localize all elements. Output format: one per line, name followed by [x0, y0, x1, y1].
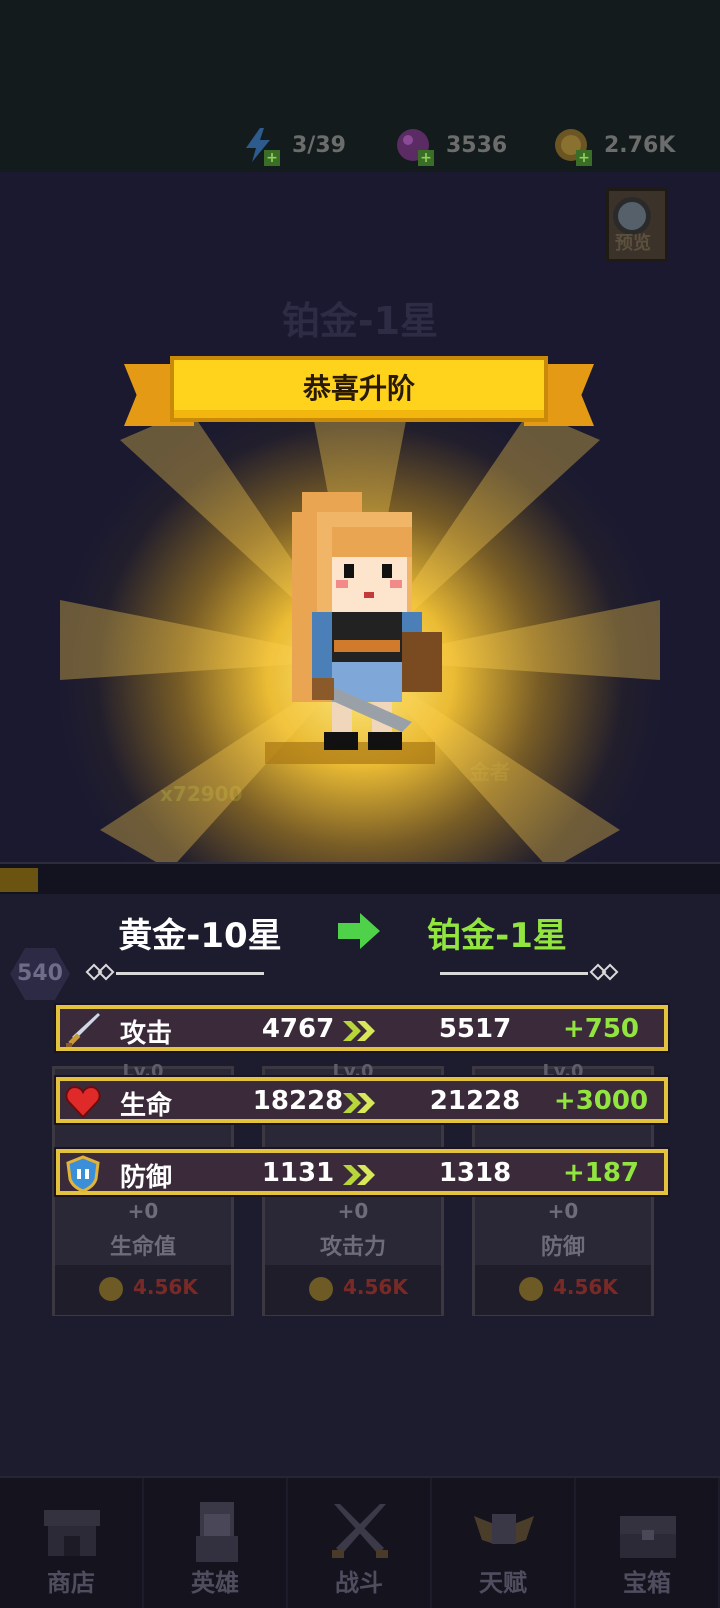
card-bonus: +0 — [127, 1199, 159, 1223]
stat-new-value: 1318 — [438, 1158, 512, 1188]
tab-hero[interactable]: 英雄 — [144, 1478, 288, 1608]
double-chevron-icon — [343, 1165, 375, 1185]
coin-icon — [309, 1277, 333, 1301]
card-name: 攻击力 — [319, 1235, 386, 1260]
divider-accent — [0, 868, 38, 892]
card-cost-button[interactable]: 4.56K — [55, 1265, 231, 1315]
tab-label: 天赋 — [479, 1569, 527, 1597]
swords-icon — [332, 1504, 388, 1558]
lightning-icon: + — [240, 126, 280, 166]
stat-label: 生命 — [120, 1091, 173, 1121]
stat-increase: +3000 — [553, 1086, 649, 1116]
add-gem-icon[interactable]: + — [418, 150, 434, 166]
preview-button[interactable]: 预览 — [606, 188, 668, 262]
gold-resource[interactable]: + 2.76K — [552, 125, 676, 166]
ornament-line — [440, 972, 588, 975]
card-name: 防御 — [540, 1235, 585, 1260]
arrow-right-icon — [338, 913, 380, 949]
current-rank-title: 铂金-1星 — [281, 299, 439, 343]
hero-sprite — [292, 492, 442, 750]
gold-value: 2.76K — [604, 132, 676, 158]
gold-coin-icon: + — [552, 126, 592, 166]
double-chevron-icon — [343, 1093, 375, 1113]
ornament-line — [116, 972, 264, 975]
sword-icon — [66, 1013, 100, 1047]
diamond-ornament — [601, 963, 619, 981]
ornament-left — [85, 963, 266, 981]
top-bar: + 3/39 + 3536 + 2.76K — [0, 0, 720, 172]
add-energy-icon[interactable]: + — [264, 150, 280, 166]
card-cost-button[interactable]: 4.56K — [475, 1265, 651, 1315]
tab-label: 商店 — [47, 1569, 95, 1597]
bottom-nav: 商店 英雄 战斗 天赋 宝箱 — [0, 1476, 720, 1608]
tab-label: 战斗 — [335, 1569, 383, 1597]
preview-label: 预览 — [615, 233, 651, 254]
card-cost-button[interactable]: 4.56K — [265, 1265, 441, 1315]
ornament-right — [440, 963, 620, 981]
stat-label: 攻击 — [120, 1019, 173, 1049]
coin-icon — [99, 1277, 123, 1301]
heart-icon — [65, 1085, 101, 1119]
tab-battle[interactable]: 战斗 — [288, 1478, 432, 1608]
tab-chest[interactable]: 宝箱 — [576, 1478, 720, 1608]
stat-new-value: 5517 — [438, 1014, 512, 1044]
hero-icon — [196, 1502, 238, 1562]
stat-label: 防御 — [120, 1163, 173, 1193]
congrats-banner: 恭喜升阶 — [124, 356, 594, 436]
tab-label: 英雄 — [191, 1569, 239, 1597]
talent-icon — [474, 1514, 534, 1544]
card-cost: 4.56K — [133, 1275, 198, 1299]
shield-icon — [66, 1155, 100, 1193]
tab-talent[interactable]: 天赋 — [432, 1478, 576, 1608]
energy-resource[interactable]: + 3/39 — [240, 125, 346, 166]
tab-label: 宝箱 — [623, 1569, 671, 1597]
double-chevron-icon — [343, 1021, 375, 1041]
banner-title: 恭喜升阶 — [302, 372, 415, 405]
banner-face: 恭喜升阶 — [170, 356, 548, 422]
card-cost: 4.56K — [343, 1275, 408, 1299]
energy-value: 3/39 — [292, 132, 346, 158]
shop-icon — [44, 1510, 100, 1556]
card-bonus: +0 — [547, 1199, 579, 1223]
gem-resource[interactable]: + 3536 — [394, 125, 508, 166]
stat-row-defense: 防御 1131 1318 +187 — [56, 1149, 668, 1195]
gem-icon: + — [394, 126, 434, 166]
card-cost: 4.56K — [553, 1275, 618, 1299]
stat-increase: +750 — [562, 1014, 640, 1044]
tab-shop[interactable]: 商店 — [0, 1478, 144, 1608]
gem-value: 3536 — [446, 132, 508, 158]
card-name: 生命值 — [109, 1235, 176, 1260]
chest-icon — [620, 1516, 676, 1558]
diamond-ornament — [97, 963, 115, 981]
stat-row-attack: 攻击 4767 5517 +750 — [56, 1005, 668, 1051]
add-gold-icon[interactable]: + — [576, 150, 592, 166]
rank-from: 黄金-10星 — [118, 916, 282, 956]
rank-to: 铂金-1星 — [427, 916, 567, 956]
stat-new-value: 21228 — [429, 1086, 521, 1116]
card-bonus: +0 — [337, 1199, 369, 1223]
coin-icon — [519, 1277, 543, 1301]
stat-row-hp: 生命 18228 21228 +3000 — [56, 1077, 668, 1123]
stat-increase: +187 — [562, 1158, 640, 1188]
section-divider — [0, 862, 720, 894]
